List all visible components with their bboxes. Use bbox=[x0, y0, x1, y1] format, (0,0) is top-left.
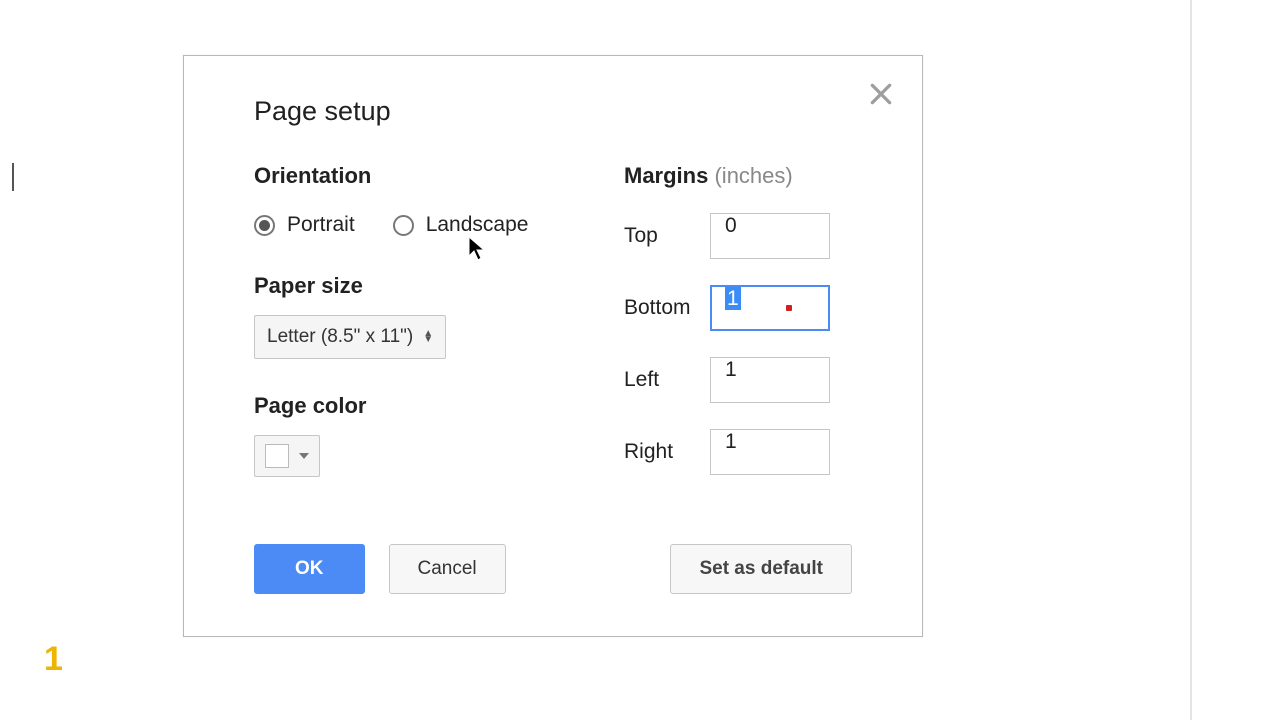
margin-right-input[interactable]: 1 bbox=[710, 429, 830, 475]
corner-number: 1 bbox=[44, 640, 63, 679]
radio-label: Landscape bbox=[426, 213, 529, 237]
dialog-title: Page setup bbox=[254, 96, 852, 127]
orientation-landscape-radio[interactable]: Landscape bbox=[393, 213, 529, 237]
margin-right-label: Right bbox=[624, 440, 710, 464]
margin-bottom-input[interactable]: 1 bbox=[710, 285, 830, 331]
margin-top-input[interactable]: 0 bbox=[710, 213, 830, 259]
set-default-button[interactable]: Set as default bbox=[670, 544, 852, 594]
radio-icon bbox=[254, 215, 275, 236]
radio-label: Portrait bbox=[287, 213, 355, 237]
page-color-label: Page color bbox=[254, 393, 584, 419]
margin-left-input[interactable]: 1 bbox=[710, 357, 830, 403]
cancel-button[interactable]: Cancel bbox=[389, 544, 506, 594]
page-setup-dialog: Page setup Orientation Portrait Landscap… bbox=[183, 55, 923, 637]
chevron-down-icon bbox=[299, 453, 309, 459]
orientation-label: Orientation bbox=[254, 163, 584, 189]
margin-top-label: Top bbox=[624, 224, 710, 248]
close-icon[interactable] bbox=[868, 81, 894, 107]
page-color-picker[interactable] bbox=[254, 435, 320, 477]
ok-button[interactable]: OK bbox=[254, 544, 365, 594]
margin-left-label: Left bbox=[624, 368, 710, 392]
stepper-icon: ▲▼ bbox=[423, 331, 433, 343]
document-caret bbox=[12, 163, 17, 191]
paper-size-label: Paper size bbox=[254, 273, 584, 299]
color-swatch bbox=[265, 444, 289, 468]
paper-size-select[interactable]: Letter (8.5" x 11") ▲▼ bbox=[254, 315, 446, 359]
margins-label: Margins (inches) bbox=[624, 163, 852, 189]
orientation-portrait-radio[interactable]: Portrait bbox=[254, 213, 355, 237]
radio-icon bbox=[393, 215, 414, 236]
vertical-separator bbox=[1190, 0, 1192, 720]
red-marker-icon bbox=[786, 305, 792, 311]
margin-bottom-label: Bottom bbox=[624, 296, 710, 320]
paper-size-value: Letter (8.5" x 11") bbox=[267, 326, 413, 348]
